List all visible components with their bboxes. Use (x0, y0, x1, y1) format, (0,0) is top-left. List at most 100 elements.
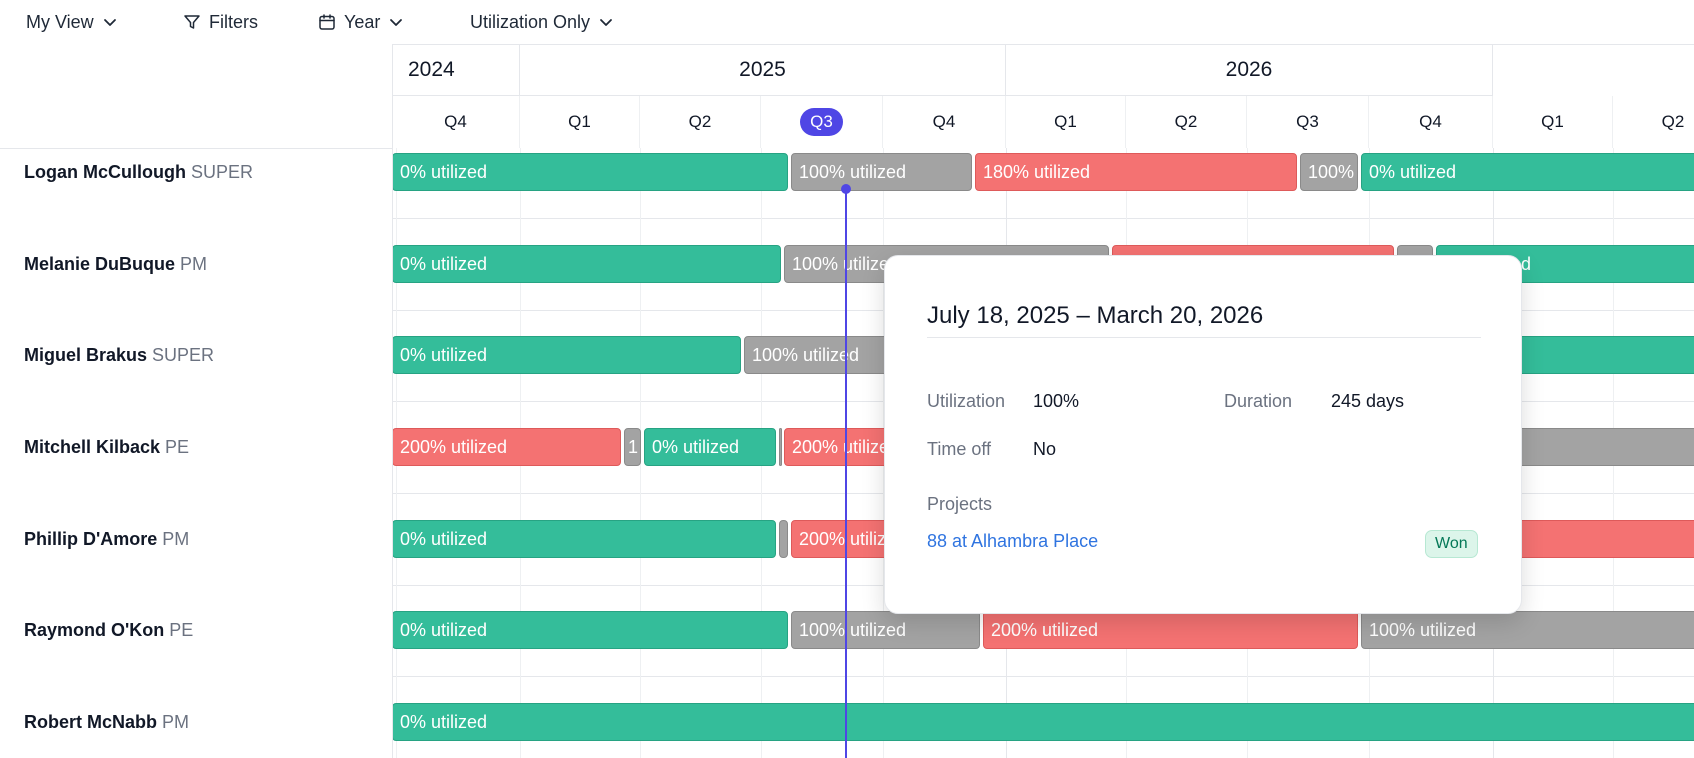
chevron-down-icon (390, 19, 403, 26)
bar-label: 0% utilized (400, 344, 488, 365)
utilization-value: 100% (1033, 391, 1080, 411)
person-row[interactable]: Robert McNabb PM (24, 707, 189, 737)
person-row[interactable]: Phillip D'Amore PM (24, 524, 189, 554)
view-selector[interactable]: My View (26, 9, 118, 35)
person-name: Miguel Brakus (24, 344, 148, 365)
year-header-2024: 2024 (392, 44, 520, 96)
person-name: Robert McNabb (24, 711, 158, 732)
bar-label: 200% utilized (400, 436, 508, 457)
bar-label: 0% utilized (1369, 161, 1457, 182)
utilization-bar[interactable]: 1 (624, 428, 641, 466)
utilization-label: Utilization (927, 391, 1006, 411)
person-role: SUPER (152, 344, 215, 365)
quarter-label: Q2 (688, 112, 712, 131)
projects-label: Projects (927, 494, 993, 514)
quarter-label: Q2 (1174, 112, 1198, 131)
utilization-bar[interactable] (779, 520, 788, 558)
quarter-label: Q4 (1419, 112, 1442, 131)
quarter-header[interactable]: Q3 (1247, 96, 1369, 148)
bar-label: 0% utilized (400, 711, 488, 732)
bar-label: 0% utilized (400, 253, 488, 274)
person-row[interactable]: Logan McCullough SUPER (24, 157, 253, 187)
bar-label: 100% (1308, 161, 1355, 182)
year-label: 2024 (408, 57, 455, 81)
utilization-bar[interactable]: 100% (1300, 153, 1358, 191)
person-role: PM (162, 711, 190, 732)
utilization-bar[interactable]: 0% utilized (392, 245, 781, 283)
view-selector-label: My View (26, 11, 94, 32)
popover-divider (927, 337, 1481, 338)
bar-label: 0% utilized (400, 161, 488, 182)
person-row[interactable]: Mitchell Kilback PE (24, 432, 189, 462)
person-name: Mitchell Kilback (24, 436, 161, 457)
filter-icon (184, 15, 200, 29)
utilization-bar[interactable]: 100% utilized (1361, 611, 1694, 649)
filters-button[interactable]: Filters (183, 9, 266, 35)
person-role: PM (180, 253, 208, 274)
utilization-bar[interactable]: 0% utilized (392, 153, 788, 191)
utilization-bar[interactable]: 100% utilized (791, 611, 980, 649)
person-name: Logan McCullough (24, 161, 186, 182)
quarter-header[interactable]: Q4 (392, 96, 520, 148)
utilization-bar[interactable]: 100% utilized (791, 153, 972, 191)
utilization-bar[interactable]: 0% utilized (644, 428, 776, 466)
quarter-header[interactable]: Q2 (640, 96, 761, 148)
utilization-bar[interactable] (779, 428, 782, 466)
quarter-label: Q2 (1661, 112, 1685, 131)
mode-selector[interactable]: Utilization Only (470, 9, 614, 35)
bar-label: 100% utilized (752, 344, 860, 365)
year-label: 2026 (1225, 57, 1273, 81)
calendar-icon (319, 14, 335, 30)
year-header-2025: 2025 (520, 44, 1006, 96)
person-row[interactable]: Raymond O'Kon PE (24, 615, 193, 645)
quarter-header[interactable]: Q2 (1613, 96, 1694, 148)
bar-label: 1 (628, 436, 639, 457)
quarter-header[interactable]: Q2 (1126, 96, 1247, 148)
quarter-header-current[interactable]: Q3 (761, 96, 883, 148)
project-status-badge: Won (1425, 530, 1478, 558)
current-quarter-pill: Q3 (800, 108, 843, 136)
bar-label: 0% utilized (652, 436, 740, 457)
assignment-popover: July 18, 2025 – March 20, 2026 Utilizati… (884, 255, 1522, 614)
year-label: 2025 (739, 57, 786, 81)
person-role: PE (165, 436, 190, 457)
person-role: SUPER (190, 161, 253, 182)
chevron-down-icon (600, 19, 612, 26)
quarter-label: Q3 (1296, 112, 1319, 131)
people-column-header (0, 44, 392, 149)
bar-label: 200% utilized (991, 619, 1099, 640)
utilization-bar[interactable]: 180% utilized (975, 153, 1297, 191)
filters-label: Filters (209, 11, 258, 32)
utilization-bar[interactable]: 0% utilized (1361, 153, 1694, 191)
bar-label: 100% utilized (799, 161, 907, 182)
bar-label: 180% utilized (983, 161, 1091, 182)
utilization-bar[interactable]: 0% utilized (392, 520, 776, 558)
utilization-bar[interactable]: 200% utilized (392, 428, 621, 466)
quarter-header[interactable]: Q1 (1493, 96, 1613, 148)
duration-label: Duration (1224, 391, 1293, 411)
time-off-value: No (1033, 439, 1057, 459)
person-row[interactable]: Melanie DuBuque PM (24, 249, 207, 279)
quarter-header[interactable]: Q4 (1369, 96, 1493, 148)
bar-label: 100% utilized (799, 619, 907, 640)
person-row[interactable]: Miguel Brakus SUPER (24, 340, 214, 370)
person-name: Raymond O'Kon (24, 619, 165, 640)
utilization-bar[interactable]: 0% utilized (392, 703, 1694, 741)
quarter-label: Q1 (1541, 112, 1564, 131)
quarter-header[interactable]: Q1 (1006, 96, 1126, 148)
today-marker-dot (841, 184, 851, 194)
year-header-2026: 2026 (1006, 44, 1493, 96)
bar-label: 0% utilized (400, 528, 488, 549)
quarter-header[interactable]: Q4 (883, 96, 1006, 148)
period-selector[interactable]: Year (318, 9, 404, 35)
person-role: PM (162, 528, 190, 549)
utilization-bar[interactable]: 0% utilized (392, 611, 788, 649)
chevron-down-icon (103, 19, 116, 26)
quarter-header[interactable]: Q1 (520, 96, 640, 148)
utilization-bar[interactable]: 0% utilized (392, 336, 741, 374)
person-name: Melanie DuBuque (24, 253, 176, 274)
utilization-bar[interactable]: 200% utilized (983, 611, 1358, 649)
project-link[interactable]: 88 at Alhambra Place (927, 531, 1098, 552)
bar-label: 100% utilized (1369, 619, 1477, 640)
quarter-label: Q1 (568, 112, 591, 131)
